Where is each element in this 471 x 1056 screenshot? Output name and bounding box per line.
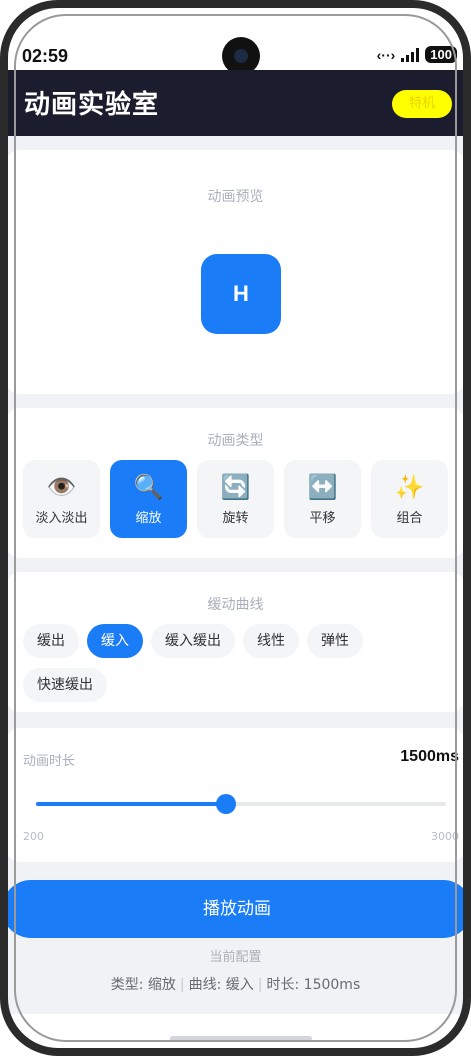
curve-option-linear[interactable]: 线性 — [243, 624, 299, 658]
eye-icon: 👁️ — [46, 472, 77, 501]
sparkles-icon: ✨ — [394, 472, 425, 501]
duration-card: 动画时长 1500ms 200 3000 — [6, 728, 465, 862]
easing-curve-card: 缓动曲线 缓出 缓入 缓入缓出 线性 弹性 快速缓出 — [6, 572, 465, 712]
play-animation-button[interactable]: 播放动画 — [6, 880, 465, 938]
type-option-fade[interactable]: 👁️ 淡入淡出 — [23, 460, 100, 538]
signal-icon — [401, 47, 420, 62]
config-title: 当前配置 — [209, 950, 262, 965]
app-header: 动画实验室 特机 — [6, 70, 465, 136]
data-transfer-icon: ‹··› — [376, 46, 396, 63]
easing-curve-options: 缓出 缓入 缓入缓出 线性 弹性 快速缓出 — [23, 624, 443, 702]
animation-preview-box: H — [201, 254, 281, 334]
animation-type-card: 动画类型 👁️ 淡入淡出 🔍 缩放 🔄 旋转 ↔️ 平移 ✨ 组合 — [6, 408, 465, 558]
type-option-label: 淡入淡出 — [35, 510, 88, 526]
duration-label: 动画时长 — [23, 754, 76, 769]
type-option-label: 平移 — [309, 510, 336, 526]
preview-card: 动画预览 H — [6, 150, 465, 394]
header-badge-button[interactable]: 特机 — [392, 90, 452, 118]
type-option-label: 旋转 — [222, 510, 249, 526]
type-option-rotate[interactable]: 🔄 旋转 — [197, 460, 274, 538]
duration-value: 1500ms — [400, 748, 459, 765]
duration-slider[interactable] — [36, 794, 446, 814]
preview-title: 动画预览 — [207, 189, 264, 205]
battery-icon: 100 — [425, 46, 457, 63]
slider-thumb[interactable] — [216, 794, 237, 814]
config-curve: 曲线: 缓入 — [188, 977, 254, 993]
animation-type-title: 动画类型 — [207, 433, 264, 449]
config-type: 类型: 缩放 — [110, 977, 176, 993]
config-summary: 类型: 缩放 | 曲线: 缓入 | 时长: 1500ms — [6, 974, 465, 994]
type-option-translate[interactable]: ↔️ 平移 — [284, 460, 361, 538]
status-bar: 02:59 ‹··› 100 — [6, 6, 465, 75]
config-separator: | — [257, 977, 263, 993]
left-right-arrow-icon: ↔️ — [307, 472, 338, 501]
bottom-area — [6, 1014, 465, 1050]
type-option-label: 缩放 — [135, 510, 162, 526]
curve-option-ease-in[interactable]: 缓入 — [87, 624, 143, 658]
app-screen: 02:59 ‹··› 100 动画实验室 特机 动画预览 H 动画类型 👁️ 淡… — [6, 6, 465, 1050]
slider-fill — [36, 802, 227, 806]
page-title: 动画实验室 — [24, 90, 160, 120]
curve-option-fast-out[interactable]: 快速缓出 — [23, 668, 107, 702]
animation-type-options: 👁️ 淡入淡出 🔍 缩放 🔄 旋转 ↔️ 平移 ✨ 组合 — [23, 460, 448, 538]
type-option-scale[interactable]: 🔍 缩放 — [110, 460, 187, 538]
status-icons: ‹··› 100 — [377, 46, 457, 63]
rotate-icon: 🔄 — [220, 472, 251, 501]
type-option-label: 组合 — [396, 510, 423, 526]
type-option-combo[interactable]: ✨ 组合 — [371, 460, 448, 538]
magnifier-icon: 🔍 — [133, 472, 164, 501]
curve-option-spring[interactable]: 弹性 — [307, 624, 363, 658]
curve-option-ease-in-out[interactable]: 缓入缓出 — [151, 624, 235, 658]
home-indicator[interactable] — [170, 1036, 312, 1041]
curve-option-ease-out[interactable]: 缓出 — [23, 624, 79, 658]
easing-curve-title: 缓动曲线 — [207, 597, 264, 613]
config-separator: | — [179, 977, 185, 993]
config-duration: 时长: 1500ms — [266, 977, 361, 993]
slider-max-label: 3000 — [431, 830, 459, 843]
slider-min-label: 200 — [23, 830, 44, 843]
status-time: 02:59 — [22, 46, 69, 66]
